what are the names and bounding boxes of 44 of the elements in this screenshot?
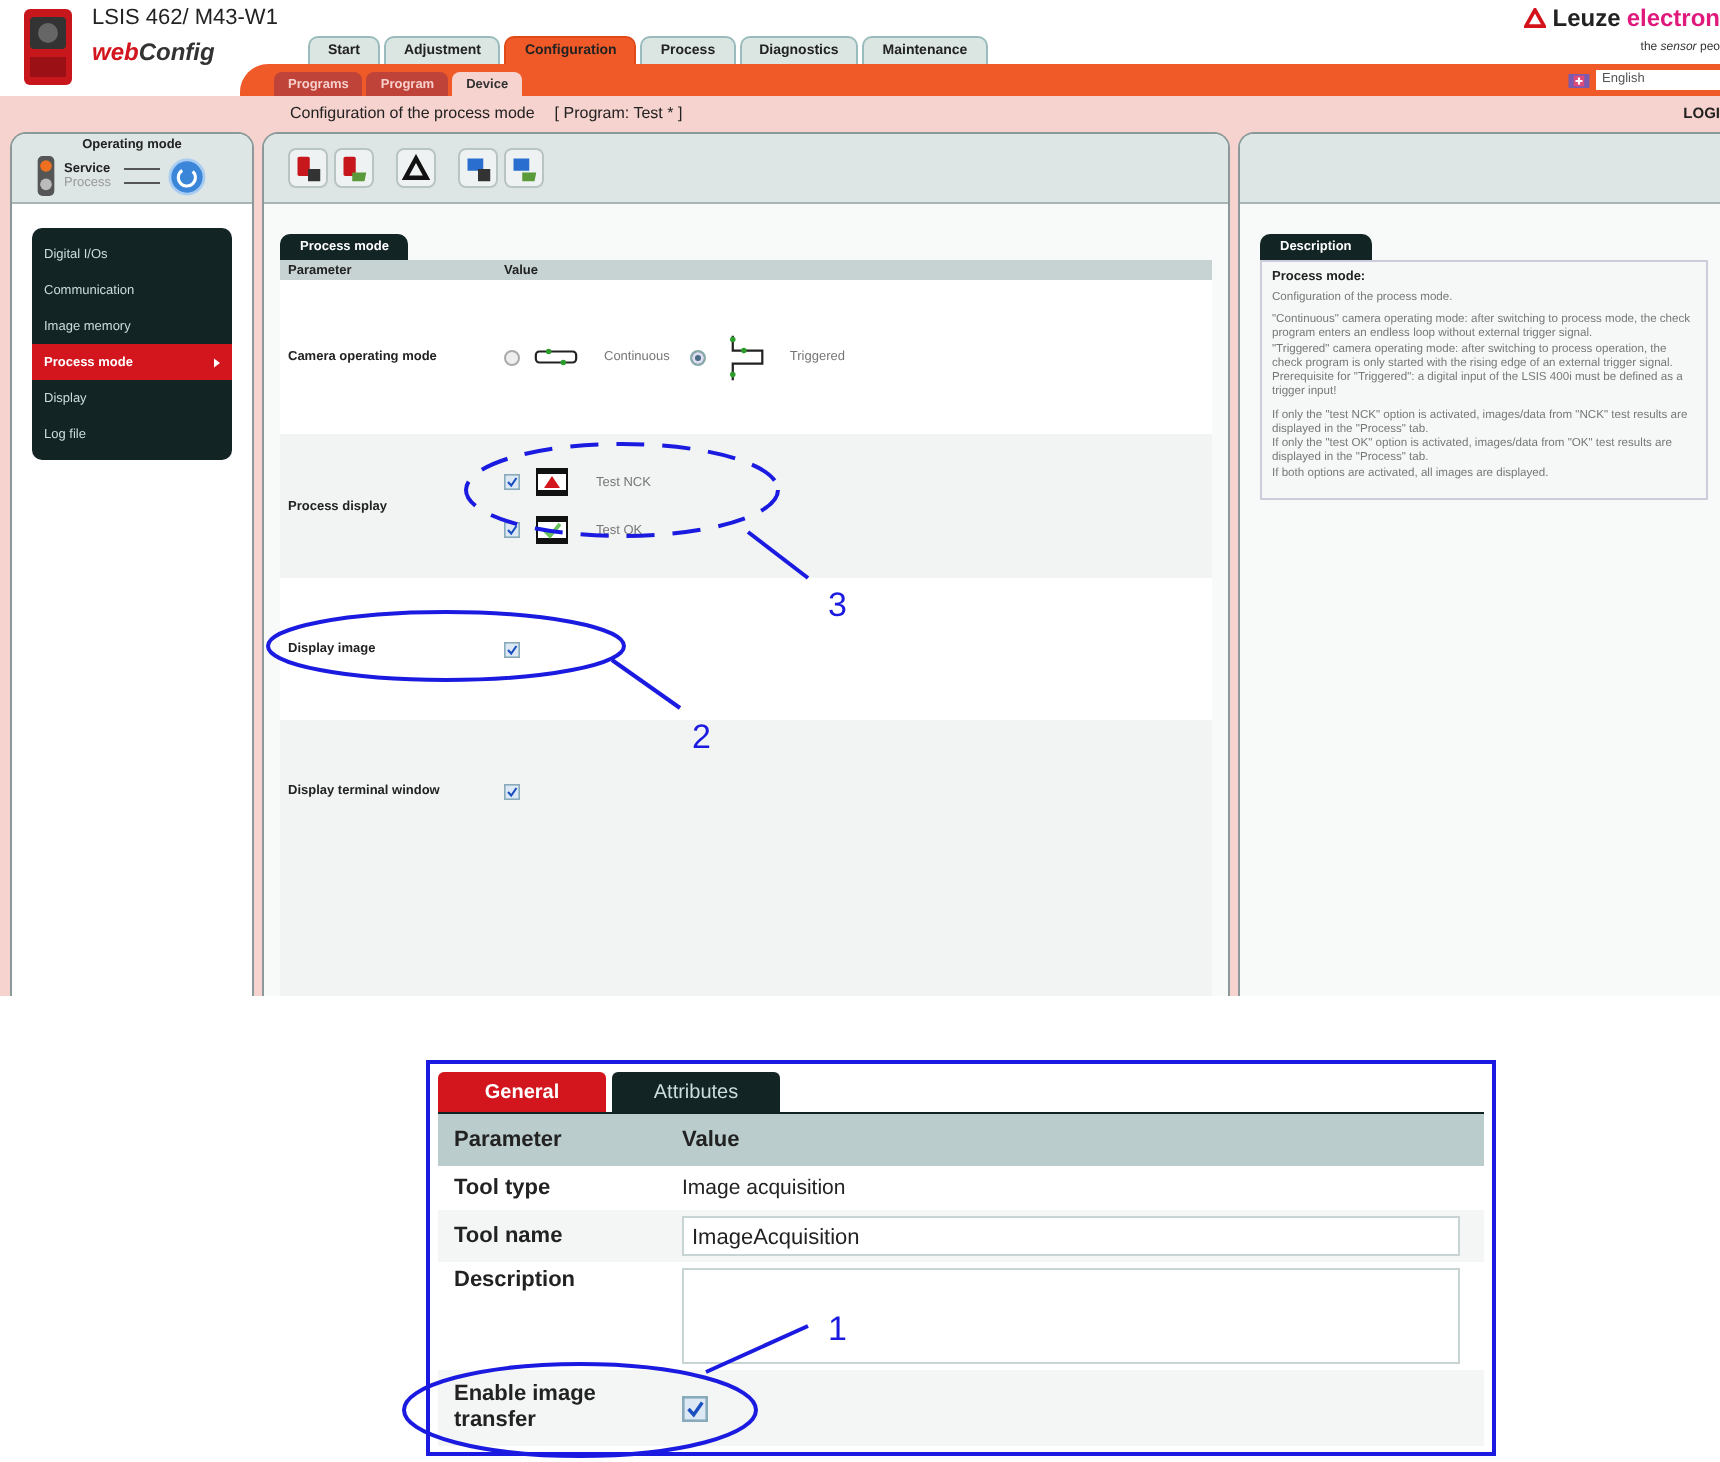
camera-icon: [24, 6, 72, 88]
flag-icon: [1568, 73, 1590, 87]
tool-name-field[interactable]: ImageAcquisition: [682, 1216, 1460, 1256]
film-warning-icon: [536, 468, 568, 496]
description-field[interactable]: [682, 1268, 1460, 1364]
page-title: Configuration of the process mode: [290, 103, 535, 121]
parameter-value: Image acquisition: [682, 1176, 846, 1200]
camera-disk-icon: [294, 154, 322, 184]
product-title: LSIS 462/ M43-W1: [92, 6, 278, 30]
callout-number: 2: [692, 718, 711, 756]
monitor-disk-icon: [464, 154, 492, 184]
arrow-icon: [214, 357, 220, 367]
parameter-label: Tool type: [454, 1176, 553, 1200]
callout-number: 3: [828, 586, 847, 624]
traffic-light-icon: [36, 152, 56, 200]
column-header: Value: [682, 1128, 740, 1152]
leader-line: [610, 658, 682, 710]
panel-tab[interactable]: General: [438, 1072, 606, 1112]
column-header: Parameter: [454, 1128, 564, 1152]
program-label: [ Program: Test * ]: [554, 103, 683, 121]
app-name: webConfig: [92, 38, 217, 66]
parameter-label: Enable image transfer: [454, 1382, 598, 1434]
panel-tab[interactable]: Attributes: [612, 1072, 780, 1112]
loop-icon: [532, 346, 580, 368]
radio-button[interactable]: [504, 349, 520, 365]
company-name: electron: [1626, 4, 1720, 32]
toolbar-button[interactable]: [396, 148, 436, 188]
toolbar-button[interactable]: [288, 148, 328, 188]
toolbar-button[interactable]: [458, 148, 498, 188]
switch-mode-icon[interactable]: [168, 157, 206, 195]
parameter-label: Description: [454, 1268, 578, 1292]
checkbox[interactable]: [504, 474, 520, 490]
checkbox[interactable]: [504, 641, 520, 657]
leader-line: [746, 530, 810, 580]
checkbox[interactable]: [504, 784, 520, 800]
callout-number: 1: [828, 1310, 847, 1348]
triangle-icon: [1524, 8, 1547, 28]
checkbox[interactable]: [682, 1395, 708, 1421]
camera-folder-icon: [340, 154, 368, 184]
parameter-label: Tool name: [454, 1224, 565, 1248]
radio-button[interactable]: [689, 349, 706, 365]
monitor-folder-icon: [510, 154, 538, 184]
leader-line: [705, 1324, 809, 1374]
company-name: Leuze: [1552, 4, 1621, 32]
